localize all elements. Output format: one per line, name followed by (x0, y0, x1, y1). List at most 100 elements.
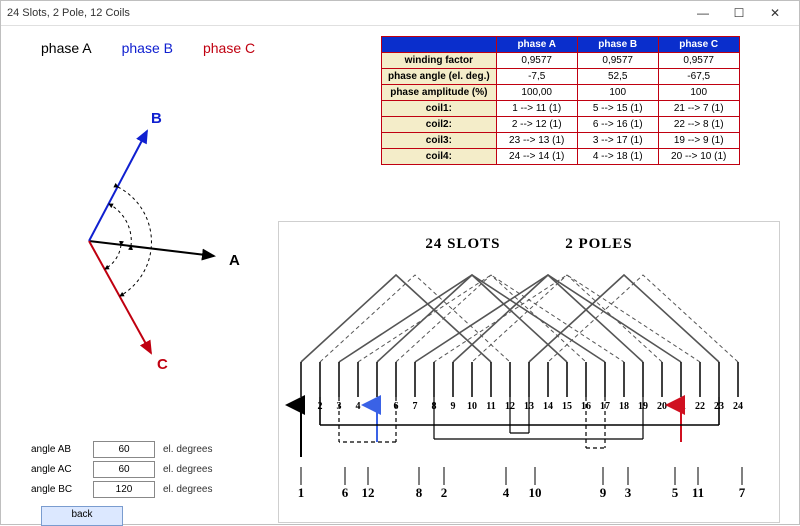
table-row: coil4:24 --> 14 (1)4 --> 18 (1)20 --> 10… (382, 149, 740, 165)
cell-b: 100 (577, 85, 658, 101)
table-row: phase angle (el. deg.)-7,552,5-67,5 (382, 69, 740, 85)
svg-text:24: 24 (733, 401, 743, 412)
svg-text:10: 10 (467, 401, 477, 412)
angle-ab-row: angle AB 60 el. degrees (31, 441, 212, 458)
svg-text:2: 2 (441, 485, 448, 500)
phase-a-label: phase A (41, 40, 92, 56)
cell-a: 100,00 (496, 85, 577, 101)
back-button[interactable]: back (41, 506, 123, 526)
window-buttons: — ☐ ✕ (685, 2, 793, 24)
svg-text:14: 14 (543, 401, 553, 412)
cell-b: 5 --> 15 (1) (577, 101, 658, 117)
diagram-title: 24 SLOTS 2 POLES (279, 236, 779, 253)
svg-text:4: 4 (356, 401, 361, 412)
svg-text:9: 9 (451, 401, 456, 412)
table-header-b: phase B (577, 37, 658, 53)
row-label: phase angle (el. deg.) (382, 69, 497, 85)
angle-ac-value: 60 (93, 461, 155, 478)
cell-a: 24 --> 14 (1) (496, 149, 577, 165)
svg-text:5: 5 (672, 485, 679, 500)
row-label: coil1: (382, 101, 497, 117)
svg-text:18: 18 (619, 401, 629, 412)
close-button[interactable]: ✕ (757, 2, 793, 24)
angle-bc-row: angle BC 120 el. degrees (31, 481, 212, 498)
cell-a: 0,9577 (496, 53, 577, 69)
row-label: coil4: (382, 149, 497, 165)
table-header-c: phase C (658, 37, 739, 53)
row-label: coil3: (382, 133, 497, 149)
angle-bc-unit: el. degrees (163, 484, 212, 495)
angle-ab-label: angle AB (31, 444, 85, 455)
row-label: phase amplitude (%) (382, 85, 497, 101)
angle-ac-label: angle AC (31, 464, 85, 475)
row-label: coil2: (382, 117, 497, 133)
cell-a: 1 --> 11 (1) (496, 101, 577, 117)
cell-a: 2 --> 12 (1) (496, 117, 577, 133)
cell-c: -67,5 (658, 69, 739, 85)
cell-c: 0,9577 (658, 53, 739, 69)
angle-ac-unit: el. degrees (163, 464, 212, 475)
titlebar: 24 Slots, 2 Pole, 12 Coils — ☐ ✕ (1, 1, 799, 26)
angle-arc-bc (118, 187, 151, 296)
angle-readouts: angle AB 60 el. degrees angle AC 60 el. … (31, 441, 212, 501)
table-row: coil3:23 --> 13 (1)3 --> 17 (1)19 --> 9 … (382, 133, 740, 149)
vector-a-label: A (229, 252, 240, 269)
angle-ab-value: 60 (93, 441, 155, 458)
content-area: phase A phase B phase C A B C (1, 26, 799, 524)
cell-c: 100 (658, 85, 739, 101)
angle-ab-unit: el. degrees (163, 444, 212, 455)
diagram-poles-text: 2 POLES (565, 236, 632, 253)
svg-text:10: 10 (529, 485, 542, 500)
table-row: phase amplitude (%)100,00100100 (382, 85, 740, 101)
table-row: winding factor0,95770,95770,9577 (382, 53, 740, 69)
svg-text:11: 11 (692, 485, 704, 500)
svg-text:9: 9 (600, 485, 607, 500)
table-row: coil2:2 --> 12 (1)6 --> 16 (1)22 --> 8 (… (382, 117, 740, 133)
table-corner (382, 37, 497, 53)
svg-text:3: 3 (625, 485, 632, 500)
maximize-button[interactable]: ☐ (721, 2, 757, 24)
cell-a: -7,5 (496, 69, 577, 85)
phasor-diagram: A B C (46, 81, 276, 381)
cell-c: 22 --> 8 (1) (658, 117, 739, 133)
cell-b: 6 --> 16 (1) (577, 117, 658, 133)
vector-b-label: B (151, 110, 162, 127)
diagram-slots-text: 24 SLOTS (425, 236, 500, 253)
angle-bc-value: 120 (93, 481, 155, 498)
cell-c: 20 --> 10 (1) (658, 149, 739, 165)
cell-b: 3 --> 17 (1) (577, 133, 658, 149)
svg-text:11: 11 (486, 401, 495, 412)
svg-text:22: 22 (695, 401, 705, 412)
table-row: coil1:1 --> 11 (1)5 --> 15 (1)21 --> 7 (… (382, 101, 740, 117)
winding-diagram-panel: 24 SLOTS 2 POLES 12345678910111213141516… (278, 221, 780, 523)
svg-text:8: 8 (416, 485, 423, 500)
phase-b-label: phase B (122, 40, 173, 56)
cell-b: 0,9577 (577, 53, 658, 69)
vector-c (89, 241, 151, 353)
angle-ac-row: angle AC 60 el. degrees (31, 461, 212, 478)
svg-text:12: 12 (362, 485, 375, 500)
cell-c: 19 --> 9 (1) (658, 133, 739, 149)
winding-diagram-svg: 1234567891011121314151617181920212223241… (279, 222, 779, 522)
angle-arc-ac (105, 245, 121, 269)
cell-a: 23 --> 13 (1) (496, 133, 577, 149)
phase-table: phase A phase B phase C winding factor0,… (381, 36, 740, 165)
angle-arc-ab (109, 204, 131, 246)
svg-text:15: 15 (562, 401, 572, 412)
svg-text:1: 1 (298, 485, 305, 500)
table-header-a: phase A (496, 37, 577, 53)
angle-bc-label: angle BC (31, 484, 85, 495)
svg-text:6: 6 (342, 485, 349, 500)
svg-text:7: 7 (413, 401, 418, 412)
svg-text:4: 4 (503, 485, 510, 500)
svg-text:20: 20 (657, 401, 667, 412)
cell-b: 52,5 (577, 69, 658, 85)
minimize-button[interactable]: — (685, 2, 721, 24)
phase-c-label: phase C (203, 40, 255, 56)
cell-c: 21 --> 7 (1) (658, 101, 739, 117)
vector-b (89, 131, 147, 241)
row-label: winding factor (382, 53, 497, 69)
svg-text:7: 7 (739, 485, 746, 500)
cell-b: 4 --> 18 (1) (577, 149, 658, 165)
phase-legend: phase A phase B phase C (41, 40, 255, 56)
